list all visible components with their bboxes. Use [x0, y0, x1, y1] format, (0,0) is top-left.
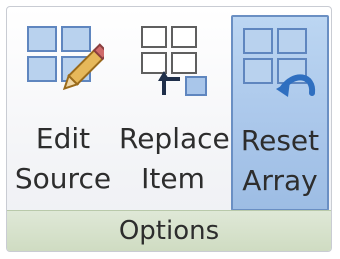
- edit-source-label-line1: Edit: [35, 122, 91, 155]
- edit-source-label-line2: Source: [14, 162, 112, 195]
- reset-array-icon: [243, 28, 316, 97]
- replace-item-icon: [141, 26, 207, 96]
- replace-item-button[interactable]: Replace Item: [119, 15, 230, 211]
- edit-source-button[interactable]: Edit Source: [11, 15, 115, 211]
- replace-item-label-line1: Replace: [119, 122, 230, 155]
- options-group-footer: Options: [7, 210, 331, 251]
- reset-array-button[interactable]: Reset Array: [231, 15, 329, 211]
- group-title: Options: [118, 216, 220, 246]
- reset-array-label-line2: Array: [242, 164, 318, 197]
- edit-source-icon: [27, 26, 104, 91]
- replace-item-label-line2: Item: [141, 162, 205, 195]
- ribbon-panel: Edit Source Replace Item Reset Array Opt…: [6, 6, 332, 252]
- reset-array-label-line1: Reset: [240, 124, 320, 157]
